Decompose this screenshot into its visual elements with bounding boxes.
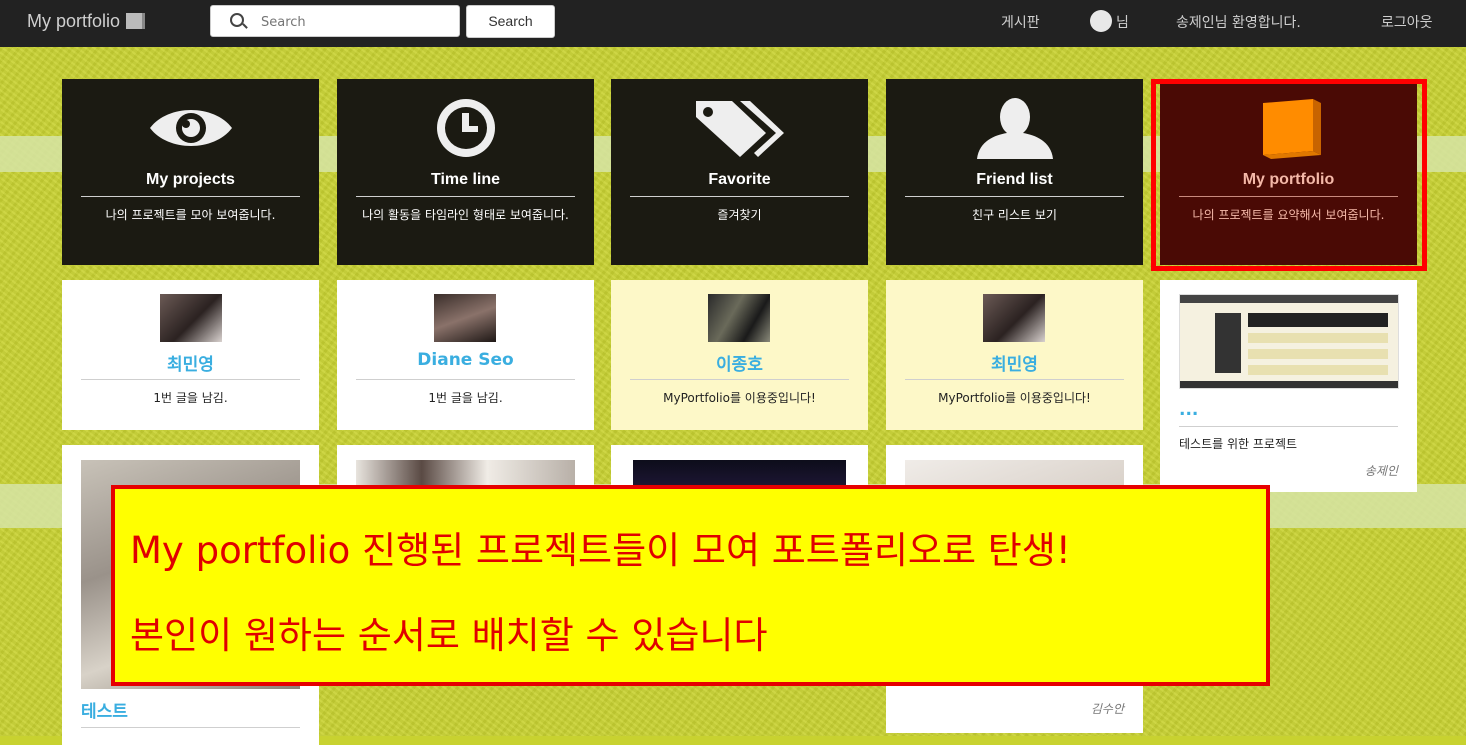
user-name[interactable]: 이종호 (611, 350, 868, 375)
user-name[interactable]: Diane Seo (337, 350, 594, 370)
divider (81, 727, 300, 728)
clock-icon (337, 97, 594, 159)
search-input[interactable] (259, 10, 453, 34)
user-activity: 1번 글을 남김. (428, 391, 503, 405)
menu-tile-time-line[interactable]: Time line 나의 활동을 타임라인 형태로 보여줍니다. (337, 79, 594, 265)
project-thumbnail (1179, 294, 1399, 389)
project-description: 테스트를 위한 프로젝트 (1179, 437, 1298, 451)
user-card[interactable]: 최민영 MyPortfolio를 이용중입니다! (886, 280, 1143, 430)
menu-tile-my-projects[interactable]: My projects 나의 프로젝트를 모아 보여줍니다. (62, 79, 319, 265)
avatar (983, 294, 1045, 342)
divider (81, 379, 300, 380)
divider (630, 379, 849, 380)
search-box (210, 5, 460, 37)
brand-logo[interactable]: My portfolio (27, 11, 146, 32)
project-title[interactable]: 테스트 (81, 697, 128, 722)
welcome-text: 송제인님 환영합니다. (1176, 15, 1301, 31)
user-activity: MyPortfolio를 이용중입니다! (938, 391, 1091, 405)
divider (356, 379, 575, 380)
user-profile-link[interactable]: 님 (1090, 10, 1129, 32)
user-name[interactable]: 최민영 (886, 350, 1143, 375)
user-name[interactable]: 최민영 (62, 350, 319, 375)
avatar (160, 294, 222, 342)
project-author: 김수안 (1090, 702, 1124, 716)
eye-icon (62, 97, 319, 159)
user-activity: 1번 글을 남김. (153, 391, 228, 405)
divider (630, 196, 849, 197)
highlight-frame (1151, 79, 1427, 271)
menu-tile-favorite[interactable]: Favorite 즐겨찾기 (611, 79, 868, 265)
tag-icon (611, 97, 868, 159)
project-author: 송제인 (1364, 464, 1398, 478)
logout-link[interactable]: 로그아웃 (1381, 12, 1433, 32)
user-card[interactable]: 이종호 MyPortfolio를 이용중입니다! (611, 280, 868, 430)
user-card[interactable]: 최민영 1번 글을 남김. (62, 280, 319, 430)
callout-line-1: My portfolio 진행된 프로젝트들이 모여 포트폴리오로 탄생! (130, 529, 1071, 572)
user-activity: MyPortfolio를 이용중입니다! (663, 391, 816, 405)
divider (81, 196, 300, 197)
user-suffix: 님 (1116, 15, 1129, 31)
top-navbar: My portfolio Search 게시판 님 송제인님 환영합니다. 로그… (0, 0, 1466, 47)
tile-description: 친구 리스트 보기 (972, 208, 1057, 222)
divider (356, 196, 575, 197)
divider (1179, 426, 1398, 427)
project-title[interactable]: ... (1179, 400, 1198, 420)
person-icon (886, 97, 1143, 159)
tile-title: My projects (146, 171, 235, 188)
avatar (434, 294, 496, 342)
project-card[interactable]: ... 테스트를 위한 프로젝트 송제인 (1160, 280, 1417, 492)
divider (905, 379, 1124, 380)
avatar (708, 294, 770, 342)
book-icon (126, 13, 146, 29)
callout-line-2: 본인이 원하는 순서로 배치할 수 있습니다 (130, 614, 768, 657)
brand-label: My portfolio (27, 11, 121, 31)
tile-title: Favorite (708, 171, 771, 188)
tile-title: Friend list (976, 171, 1053, 188)
user-card[interactable]: Diane Seo 1번 글을 남김. (337, 280, 594, 430)
menu-tile-friend-list[interactable]: Friend list 친구 리스트 보기 (886, 79, 1143, 265)
board-link[interactable]: 게시판 (1001, 12, 1040, 32)
tile-title: Time line (430, 171, 501, 188)
search-icon (230, 13, 244, 27)
annotation-callout: My portfolio 진행된 프로젝트들이 모여 포트폴리오로 탄생! 본인… (111, 485, 1270, 686)
tile-description: 나의 프로젝트를 모아 보여줍니다. (105, 208, 276, 222)
search-button[interactable]: Search (466, 5, 555, 38)
avatar (1090, 10, 1112, 32)
tile-description: 즐겨찾기 (717, 208, 762, 222)
tile-description: 나의 활동을 타임라인 형태로 보여줍니다. (362, 208, 569, 222)
divider (905, 196, 1124, 197)
